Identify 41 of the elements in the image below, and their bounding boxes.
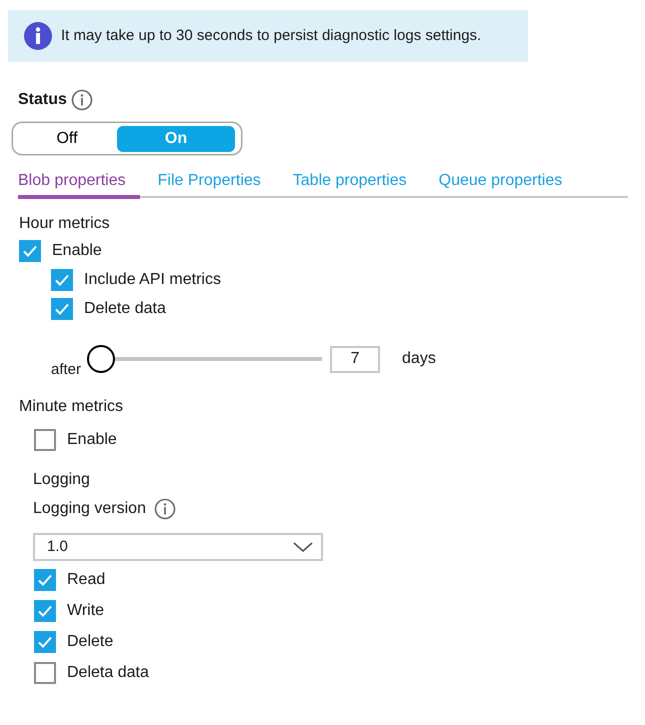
checkbox-label: Include API metrics bbox=[84, 270, 221, 290]
checkbox-label: Delete bbox=[67, 632, 114, 652]
section-title: Logging bbox=[33, 470, 91, 490]
version-dropdown[interactable]: 1.0 bbox=[33, 533, 323, 561]
info-message: It may take up to 30 seconds to persist diagnostic logs settings. bbox=[61, 26, 482, 46]
chevron-down-icon bbox=[293, 542, 313, 552]
checkbox[interactable] bbox=[34, 600, 56, 622]
status-toggle[interactable]: Off On bbox=[12, 122, 242, 155]
checkmark-icon bbox=[37, 572, 53, 586]
tab[interactable]: Blob properties bbox=[18, 169, 140, 199]
checkmark-icon bbox=[54, 302, 70, 316]
checkmark-icon bbox=[37, 634, 53, 648]
checkbox[interactable] bbox=[34, 630, 56, 652]
checkbox[interactable] bbox=[34, 568, 56, 590]
slider[interactable] bbox=[87, 345, 322, 373]
info-icon bbox=[24, 22, 52, 50]
checkbox[interactable] bbox=[51, 298, 73, 320]
checkbox[interactable] bbox=[34, 662, 56, 684]
checkbox[interactable] bbox=[19, 240, 41, 262]
checkbox-label: Write bbox=[67, 600, 104, 620]
info-icon bbox=[70, 89, 93, 111]
toggle-option[interactable]: Off bbox=[17, 126, 117, 152]
info-icon bbox=[154, 498, 176, 520]
after-label: after bbox=[51, 360, 82, 380]
checkbox[interactable] bbox=[34, 428, 56, 450]
section-title: Hour metrics bbox=[19, 214, 111, 234]
slider-thumb[interactable] bbox=[87, 345, 116, 373]
section-title: Minute metrics bbox=[19, 397, 124, 417]
field-label: Logging version bbox=[33, 499, 146, 519]
days-input[interactable]: 7 bbox=[330, 346, 380, 372]
checkbox-label: Delete data bbox=[84, 298, 166, 318]
checkbox-label: Read bbox=[67, 570, 106, 590]
checkbox-label: Deleta data bbox=[67, 662, 149, 682]
days-label: days bbox=[402, 349, 436, 369]
checkmark-icon bbox=[54, 272, 70, 286]
checkbox[interactable] bbox=[51, 268, 73, 290]
status-label: Status bbox=[18, 90, 67, 110]
checkmark-icon bbox=[22, 244, 38, 258]
checkmark-icon bbox=[37, 604, 53, 618]
checkbox-label: Enable bbox=[52, 240, 102, 260]
checkbox-label: Enable bbox=[67, 430, 117, 450]
